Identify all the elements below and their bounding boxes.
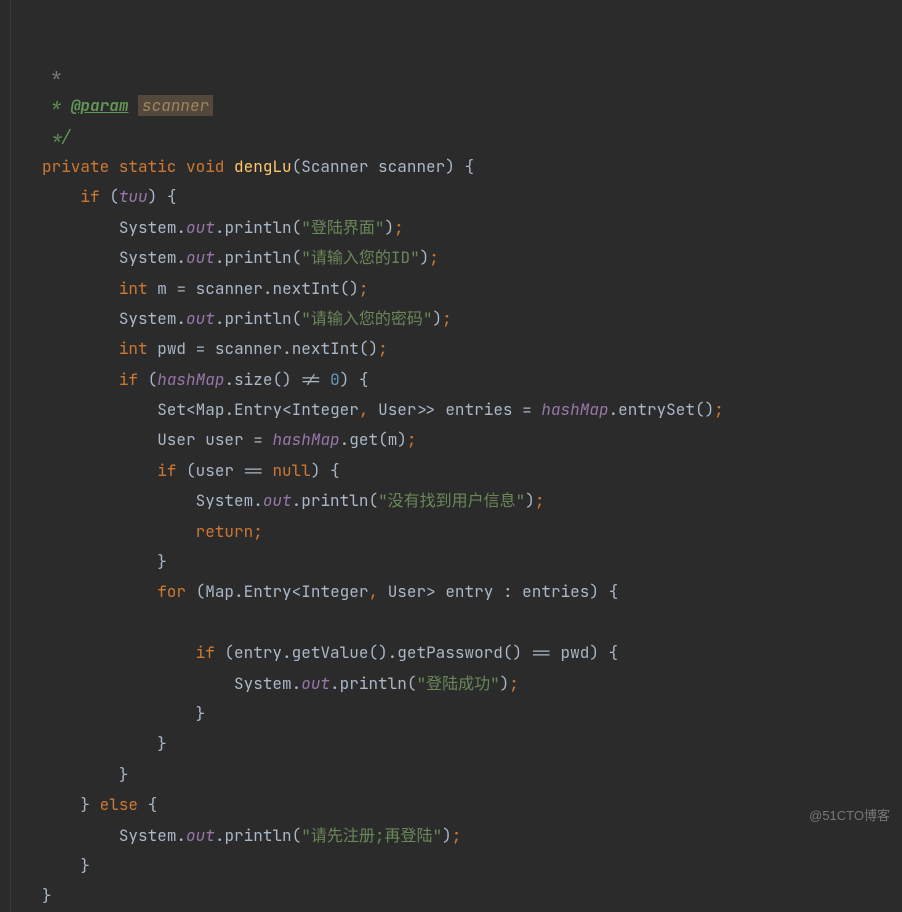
id-println: println [224,217,291,238]
doc-close: */ [42,126,71,147]
param-type: Scanner [301,156,368,177]
field-tuu: tuu [119,186,148,207]
doc-tag: @param [71,95,129,116]
kw-if: if [80,186,99,207]
watermark: @51CTO博客 [809,804,890,829]
doc-star: * [42,65,61,86]
method-name: dengLu [234,156,292,177]
field-out: out [186,217,215,238]
id-system: System [119,217,177,238]
editor-gutter [0,0,28,912]
doc-param: scanner [138,95,213,116]
doc-line: * [42,95,71,116]
string-lit: "登陆界面" [301,217,384,238]
modifier-private: private static void [42,156,224,177]
param-name: scanner [378,156,445,177]
code-editor[interactable]: * * @param scanner */ private static voi… [0,0,902,912]
